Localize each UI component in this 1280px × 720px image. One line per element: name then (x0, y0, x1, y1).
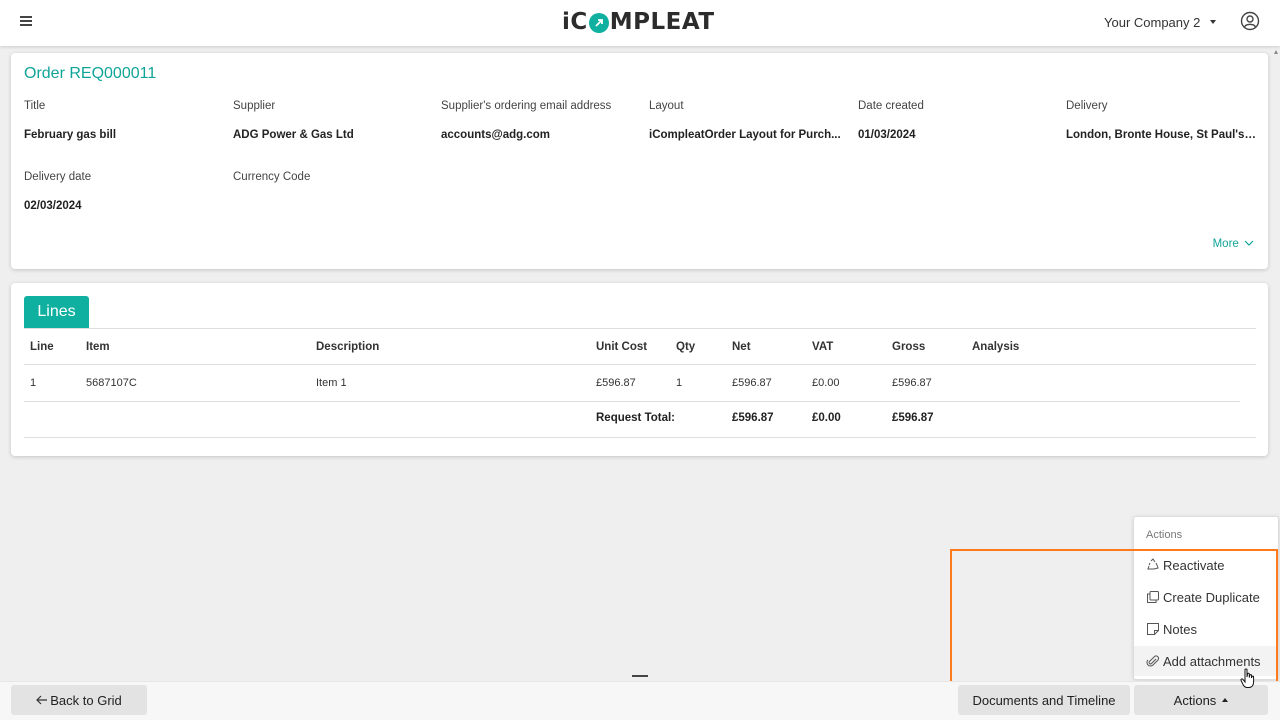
chevron-down-icon (1244, 240, 1254, 246)
order-details-card: Order REQ000011 Title February gas bill … (11, 53, 1268, 269)
cell-line: 1 (30, 377, 37, 389)
col-header-qty: Qty (676, 341, 696, 353)
supplier-email-value: accounts@adg.com (441, 129, 550, 141)
cell-gross: £596.87 (892, 377, 932, 389)
supplier-email-label: Supplier's ordering email address (441, 100, 612, 112)
total-gross: £596.87 (892, 412, 934, 424)
company-selector[interactable]: Your Company 2 (1104, 15, 1200, 30)
supplier-value: ADG Power & Gas Ltd (233, 129, 354, 141)
caret-up-icon (1222, 698, 1229, 702)
row-divider (24, 364, 1256, 365)
supplier-label: Supplier (233, 100, 276, 112)
tab-lines[interactable]: Lines (24, 296, 89, 328)
row-divider (24, 437, 1256, 438)
cell-description: Item 1 (316, 377, 347, 389)
request-total-label: Request Total: (596, 412, 676, 424)
col-header-line: Line (30, 341, 54, 353)
more-link[interactable]: More (1213, 238, 1254, 250)
col-header-unit-cost: Unit Cost (596, 341, 648, 353)
title-value: February gas bill (24, 129, 117, 141)
delivery-label: Delivery (1066, 100, 1108, 112)
order-title: Order REQ000011 (24, 65, 157, 82)
layout-value: iCompleatOrder Layout for Purch... (649, 129, 841, 141)
col-header-gross: Gross (892, 341, 926, 353)
layout-label: Layout (649, 100, 684, 112)
col-header-description: Description (316, 341, 380, 353)
drag-handle[interactable] (632, 675, 648, 677)
date-created-value: 01/03/2024 (858, 129, 916, 141)
menu-header: Actions (1146, 529, 1183, 541)
cell-vat: £0.00 (812, 377, 840, 389)
delivery-date-label: Delivery date (24, 171, 92, 183)
hamburger-menu-icon[interactable] (20, 16, 32, 26)
cell-qty: 1 (676, 377, 683, 389)
lines-card: Lines Line Item Description Unit Cost Qt… (11, 283, 1268, 456)
row-divider (24, 401, 1240, 402)
delivery-value: London, Bronte House, St Paul's P... (1066, 129, 1258, 141)
col-header-vat: VAT (812, 341, 834, 353)
cell-item: 5687107C (86, 377, 137, 389)
col-header-net: Net (732, 341, 751, 353)
logo-o-icon (588, 13, 609, 33)
cell-net: £596.87 (732, 377, 772, 389)
documents-and-timeline-button[interactable]: Documents and Timeline (958, 685, 1130, 715)
total-vat: £0.00 (812, 412, 841, 424)
back-to-grid-button[interactable]: Back to Grid (11, 685, 147, 715)
col-header-analysis: Analysis (972, 341, 1020, 353)
total-net: £596.87 (732, 412, 774, 424)
delivery-date-value: 02/03/2024 (24, 200, 82, 212)
arrow-left-icon (36, 695, 48, 705)
title-label: Title (24, 100, 46, 112)
user-account-icon[interactable] (1240, 11, 1260, 36)
top-bar: iC MPLEAT Your Company 2 (0, 0, 1280, 46)
currency-code-label: Currency Code (233, 171, 311, 183)
cell-unit-cost: £596.87 (596, 377, 636, 389)
hand-cursor-icon (1240, 668, 1256, 695)
date-created-label: Date created (858, 100, 924, 112)
col-header-item: Item (86, 341, 110, 353)
app-logo: iC MPLEAT (562, 9, 715, 35)
company-caret-icon[interactable] (1210, 20, 1216, 24)
tab-divider (24, 328, 1256, 329)
